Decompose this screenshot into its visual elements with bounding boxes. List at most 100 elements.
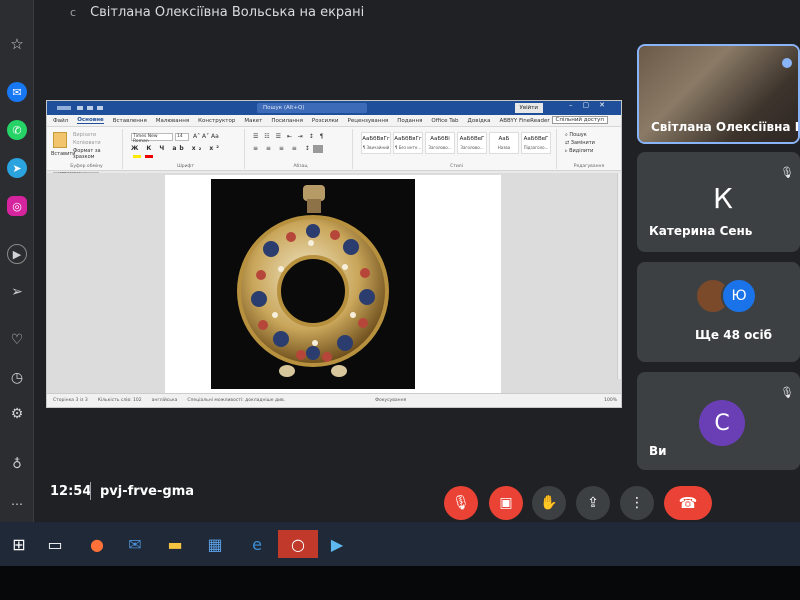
- replace-button[interactable]: ⇄ Замінити: [565, 140, 595, 146]
- mail-icon[interactable]: ✉: [118, 530, 152, 558]
- edge-icon[interactable]: e: [240, 530, 274, 558]
- ribbon-tab[interactable]: Подання: [397, 118, 422, 124]
- list-buttons[interactable]: ☰ ☷ ☰ ⇤ ⇥ ↕ ¶: [253, 133, 325, 140]
- present-button[interactable]: ⇪: [576, 486, 610, 520]
- word-search-input[interactable]: Пошук (Alt+Q): [257, 103, 367, 113]
- ribbon-tab[interactable]: Довідка: [468, 118, 491, 124]
- word-count: Кількість слів: 102: [97, 398, 142, 403]
- presenting-text: Світлана Олексіївна Вольська на екрані: [90, 4, 365, 20]
- select-button[interactable]: ▹ Виділити: [565, 148, 593, 154]
- opera-icon[interactable]: ○: [278, 530, 318, 558]
- style-option[interactable]: АаБ Назва: [489, 132, 519, 154]
- store-icon[interactable]: ▦: [198, 530, 232, 558]
- format-painter-label[interactable]: Формат за зразком: [73, 148, 122, 160]
- avatar-initial: С: [714, 410, 730, 436]
- camera-off-button[interactable]: ▣: [489, 486, 523, 520]
- speaking-indicator-icon: [782, 58, 792, 68]
- ribbon-tab[interactable]: Рецензування: [348, 118, 389, 124]
- camera-off-icon: ▣: [499, 495, 513, 511]
- style-option[interactable]: АаБбВвГг ¶ Без инте...: [393, 132, 423, 154]
- participant-name: Світлана Олексіївна Во...: [651, 120, 798, 134]
- heart-icon[interactable]: ♡: [7, 330, 27, 350]
- paste-icon[interactable]: [53, 132, 67, 148]
- gear-icon[interactable]: ⚙: [7, 404, 27, 424]
- ribbon-tab[interactable]: Файл: [53, 118, 68, 124]
- ribbon-tab[interactable]: Конструктор: [198, 118, 235, 124]
- mic-off-button[interactable]: 🎙: [444, 486, 478, 520]
- focus-button[interactable]: Фокусування: [375, 398, 406, 403]
- whatsapp-icon[interactable]: ✆: [7, 120, 27, 140]
- ribbon-tabs: Файл Основне Вставлення Малювання Конструкто…: [47, 115, 621, 127]
- highlight-color-icon[interactable]: [133, 155, 141, 158]
- styles-group: АаБбВвГг ¶ Звичайний АаБбВвГг ¶ Без инте...…: [357, 129, 557, 169]
- ribbon-tab[interactable]: Макет: [244, 118, 262, 124]
- ribbon-tab[interactable]: ABBYY FineReader 12: [499, 118, 558, 124]
- font-color-icon[interactable]: [145, 155, 153, 158]
- participant-tile-kateryna[interactable]: 🎙 К Катерина Сень: [637, 152, 800, 252]
- clock-icon[interactable]: ◷: [7, 368, 27, 388]
- font-grow-shrink[interactable]: A˄ A˅ Aa: [193, 133, 219, 140]
- more-icon[interactable]: ⋯: [7, 494, 27, 514]
- style-option[interactable]: АаБбВвГ Підзаголо...: [521, 132, 551, 154]
- zoom-level[interactable]: 100%: [604, 398, 617, 403]
- window-controls[interactable]: –▢✕: [569, 101, 615, 109]
- end-call-button[interactable]: ☎: [664, 486, 712, 520]
- messenger-icon[interactable]: ✉: [7, 82, 27, 102]
- accessibility-status[interactable]: Спеціальні можливості: докладніше див.: [187, 398, 285, 403]
- style-option[interactable]: АаБбВі Заголово...: [425, 132, 455, 154]
- bulb-icon[interactable]: ♁: [7, 454, 27, 474]
- word-titlebar: Пошук (Alt+Q) Увійти –▢✕: [47, 101, 621, 115]
- participant-tile-self[interactable]: 🎙 С Ви: [637, 372, 800, 470]
- hand-icon: ✋: [540, 495, 558, 511]
- style-name: ¶ Без инте...: [394, 145, 422, 150]
- presenter-initial: с: [70, 5, 77, 19]
- meet-screen: ☆ ✉ ✆ ➤ ◎ ▶ ➢ ♡ ◷ ⚙ ♁ ⋯ с Світлана Олекс…: [0, 0, 800, 522]
- task-view-icon[interactable]: ▭: [38, 530, 72, 558]
- participant-tile-others[interactable]: Ю Ще 48 осіб: [637, 262, 800, 362]
- mic-off-icon: 🎙: [780, 386, 794, 399]
- star-icon[interactable]: ☆: [7, 34, 27, 54]
- instagram-icon[interactable]: ◎: [7, 196, 27, 216]
- windows-start-icon[interactable]: ⊞: [2, 530, 36, 558]
- telegram-icon[interactable]: ➤: [7, 158, 27, 178]
- editing-group-label: Редагування: [573, 164, 605, 169]
- hangup-icon: ☎: [678, 494, 698, 512]
- vertical-scrollbar[interactable]: [617, 173, 621, 379]
- style-sample: АаБбВвГг: [362, 136, 390, 142]
- font-format-buttons[interactable]: Ж К Ч ab x₂ x²: [131, 145, 222, 152]
- ribbon-tab[interactable]: Посилання: [271, 118, 303, 124]
- shading-icon[interactable]: [313, 145, 323, 153]
- send-icon[interactable]: ➢: [7, 282, 27, 302]
- mic-off-icon: 🎙: [780, 166, 794, 179]
- meeting-code[interactable]: pvj-frve-gma: [100, 484, 194, 499]
- style-option[interactable]: АаБбВвГ Заголово...: [457, 132, 487, 154]
- meeting-time: 12:54: [50, 484, 92, 499]
- font-size-select[interactable]: 14: [175, 133, 189, 141]
- cut-label[interactable]: Вирізати: [73, 132, 96, 138]
- paste-label[interactable]: Вставити: [51, 151, 76, 157]
- more-options-button[interactable]: ⋮: [620, 486, 654, 520]
- raise-hand-button[interactable]: ✋: [532, 486, 566, 520]
- login-button[interactable]: Увійти: [514, 103, 543, 113]
- document-area: [47, 173, 621, 395]
- ribbon-tab[interactable]: Основне: [77, 117, 104, 124]
- media-player-icon[interactable]: ▶: [320, 530, 354, 558]
- participant-tile-presenter[interactable]: Світлана Олексіївна Во...: [637, 44, 800, 144]
- file-explorer-icon[interactable]: ▬: [158, 530, 192, 558]
- ribbon-tab[interactable]: Малювання: [156, 118, 189, 124]
- ribbon-tab[interactable]: Office Tab: [431, 118, 458, 124]
- style-option[interactable]: АаБбВвГг ¶ Звичайний: [361, 132, 391, 154]
- style-sample: АаБбВі: [430, 136, 450, 142]
- copy-label[interactable]: Копіювати: [73, 140, 101, 146]
- play-icon[interactable]: ▶: [7, 244, 27, 264]
- ribbon-tab[interactable]: Розсилки: [312, 118, 339, 124]
- clipboard-group: Вставити Вирізати Копіювати Формат за зр…: [51, 129, 123, 169]
- paragraph-group: ☰ ☷ ☰ ⇤ ⇥ ↕ ¶ ≡ ≡ ≡ ≡ ↕ ▦ Абзац: [249, 129, 353, 169]
- font-name-select[interactable]: Times New Roman: [131, 133, 173, 144]
- find-button[interactable]: ⌕ Пошук: [565, 132, 587, 138]
- avatar-initial: Ю: [731, 288, 747, 304]
- select-label: Виділити: [569, 148, 594, 154]
- share-button[interactable]: Спільний доступ: [551, 116, 608, 124]
- ribbon-tab[interactable]: Вставлення: [113, 118, 147, 124]
- firefox-icon[interactable]: ●: [80, 530, 114, 558]
